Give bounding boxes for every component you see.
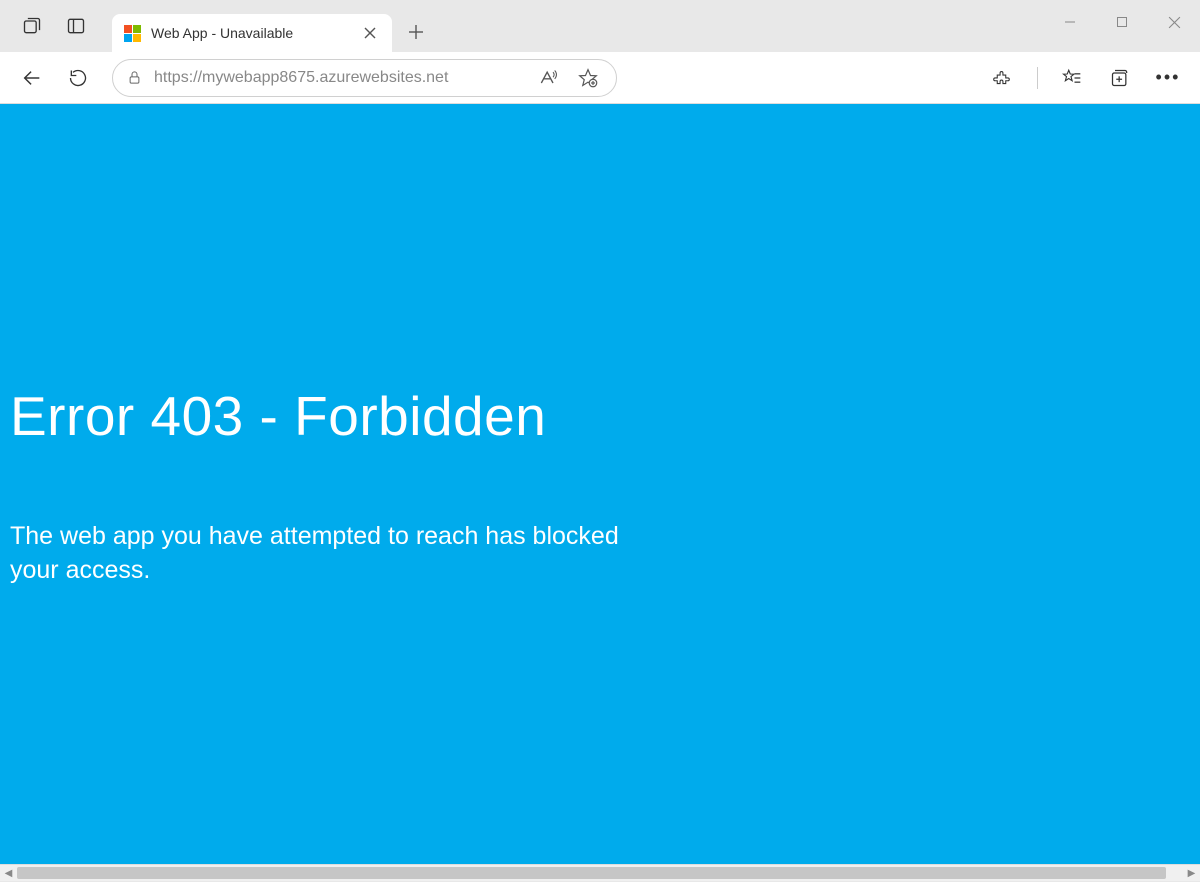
lock-icon [127, 69, 142, 86]
scroll-track[interactable] [17, 865, 1183, 881]
read-aloud-button[interactable] [534, 64, 562, 92]
titlebar: Web App - Unavailable [0, 0, 1200, 52]
right-actions: ••• [983, 58, 1188, 98]
maximize-icon [1116, 16, 1128, 28]
address-bar[interactable]: https://mywebapp8675.azurewebsites.net [112, 59, 617, 97]
page-content: Error 403 - Forbidden The web app you ha… [0, 104, 1200, 864]
error-title: Error 403 - Forbidden [10, 384, 1190, 448]
minimize-icon [1064, 16, 1076, 28]
window-controls [1044, 0, 1200, 44]
close-icon [364, 27, 376, 39]
tab-title: Web App - Unavailable [151, 25, 348, 41]
window-close-button[interactable] [1148, 0, 1200, 44]
toolbar: https://mywebapp8675.azurewebsites.net [0, 52, 1200, 104]
new-tab-button[interactable] [398, 14, 434, 50]
star-list-icon [1062, 68, 1082, 88]
tab-actions-icon [22, 16, 42, 36]
ellipsis-icon: ••• [1156, 67, 1181, 87]
scroll-thumb[interactable] [17, 867, 1166, 879]
collections-button[interactable] [1100, 58, 1140, 98]
plus-icon [408, 24, 424, 40]
scroll-left-icon[interactable]: ◀ [0, 865, 17, 882]
microsoft-favicon [124, 25, 141, 42]
puzzle-icon [993, 68, 1013, 88]
horizontal-scrollbar[interactable]: ◀ ▶ [0, 864, 1200, 881]
vertical-tabs-button[interactable] [58, 8, 94, 44]
extensions-button[interactable] [983, 58, 1023, 98]
error-message: The web app you have attempted to reach … [10, 520, 650, 588]
browser-tab[interactable]: Web App - Unavailable [112, 14, 392, 52]
more-menu-button[interactable]: ••• [1148, 67, 1188, 88]
minimize-button[interactable] [1044, 0, 1096, 44]
refresh-button[interactable] [58, 58, 98, 98]
url-text: https://mywebapp8675.azurewebsites.net [154, 69, 522, 87]
vertical-tabs-icon [66, 16, 86, 36]
maximize-button[interactable] [1096, 0, 1148, 44]
favorite-add-button[interactable] [574, 64, 602, 92]
back-button[interactable] [12, 58, 52, 98]
back-arrow-icon [21, 67, 43, 89]
favorites-button[interactable] [1052, 58, 1092, 98]
close-icon [1168, 16, 1181, 29]
tab-actions-button[interactable] [14, 8, 50, 44]
refresh-icon [68, 68, 88, 88]
read-aloud-icon [538, 68, 558, 88]
divider [1037, 67, 1038, 89]
scroll-right-icon[interactable]: ▶ [1183, 865, 1200, 882]
tab-close-button[interactable] [358, 21, 382, 45]
star-add-icon [578, 68, 598, 88]
collections-icon [1110, 68, 1130, 88]
